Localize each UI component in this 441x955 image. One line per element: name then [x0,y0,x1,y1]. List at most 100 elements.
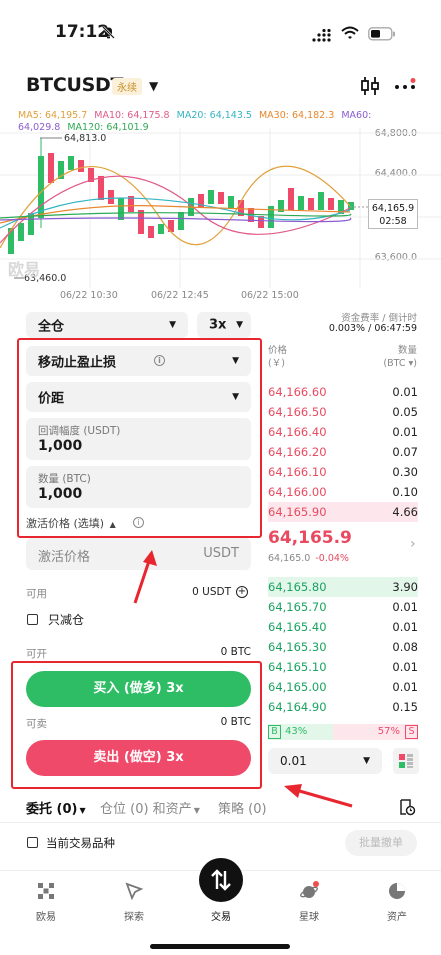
annotation-highlight [11,661,262,789]
bid-qty: 0.01 [392,620,418,634]
candle [68,156,74,170]
candle [38,156,44,218]
order-history-icon[interactable] [398,798,416,820]
bid-qty: 0.01 [392,680,418,694]
candlestick-icon[interactable] [359,75,381,101]
x-axis-label: 06/22 15:00 [241,290,299,301]
ma20-label: MA20: 64,143.5 [176,110,252,121]
tab-orders[interactable]: 委托 (0) ▼ [26,798,86,817]
candle [218,192,224,204]
precision-select[interactable]: 0.01 ▼ [268,748,382,774]
current-price-tag: 64,165.9 02:58 [368,199,418,229]
margin-mode-select[interactable]: 全仓 ▼ [26,312,188,338]
nav-assets[interactable]: 资产 [353,868,441,924]
ask-row[interactable]: 64,166.50 0.05 [268,402,418,422]
bid-price: 64,165.30 [268,640,327,654]
can-open-label: 可开 [26,648,47,660]
annotation-arrow [133,550,157,604]
bid-row[interactable]: 64,165.80 3.90 [268,577,418,597]
ma30-label: MA30: 64,182.3 [258,110,335,121]
signal-icon [312,27,334,46]
chevron-down-icon: ▼ [236,320,243,330]
okx-logo-icon [38,883,54,899]
bid-price: 64,165.40 [268,620,327,634]
bid-row[interactable]: 64,165.10 0.01 [268,657,418,677]
ask-price: 64,166.20 [268,445,327,459]
chevron-right-icon[interactable]: › [410,536,416,552]
reduce-only-label: 只减仓 [48,613,85,627]
bid-row[interactable]: 64,164.90 0.15 [268,697,418,717]
layout-icon [399,754,413,768]
bid-row[interactable]: 64,165.30 0.08 [268,637,418,657]
candle [98,176,104,200]
bid-price: 64,165.70 [268,600,327,614]
candle [298,196,304,210]
bid-qty: 0.15 [392,700,418,714]
candle [18,223,24,241]
annotation-arrow [284,784,353,808]
ask-row[interactable]: 64,165.90 4.66 [268,502,418,522]
chevron-down-icon: ▼ [169,320,176,330]
candle [118,198,124,220]
ask-row[interactable]: 64,166.10 0.30 [268,462,418,482]
bid-price: 64,165.00 [268,680,327,694]
status-bar: 17:12 [0,0,441,64]
available-label: 可用 [26,588,47,600]
orderbook-qty-header[interactable]: 数量 (BTC ▾) [383,344,417,370]
ask-qty: 0.05 [392,405,418,419]
can-open-value: 0 BTC [220,646,251,658]
ask-qty: 0.01 [392,385,418,399]
tab-positions[interactable]: 仓位 (0) 和资产 ▼ [100,798,200,817]
candle [198,194,204,208]
bid-row[interactable]: 64,165.40 0.01 [268,617,418,637]
candle [158,224,164,234]
ask-price: 64,166.60 [268,385,327,399]
pair-title[interactable]: BTCUSDT [26,74,123,96]
ask-row[interactable]: 64,166.40 0.01 [268,422,418,442]
ma-legend-row-1: MA5: 64,195.7 MA10: 64,175.8 MA20: 64,14… [18,110,375,121]
current-symbol-label: 当前交易品种 [46,836,115,850]
candle [78,160,84,172]
ma5-label: MA5: 64,195.7 [18,110,88,121]
home-indicator [150,944,290,949]
x-axis-label: 06/22 12:45 [151,290,209,301]
ask-row[interactable]: 64,166.20 0.07 [268,442,418,462]
current-symbol-checkbox[interactable] [27,837,38,848]
ask-row[interactable]: 64,166.60 0.01 [268,382,418,402]
leverage-select[interactable]: 3x ▼ [197,312,251,338]
orderbook-layout-button[interactable] [393,748,419,774]
ask-qty: 0.30 [392,465,418,479]
bid-row[interactable]: 64,165.70 0.01 [268,597,418,617]
ask-qty: 0.10 [392,485,418,499]
nav-planet[interactable]: 星球 [265,868,353,924]
compass-icon [125,882,144,901]
candle [108,190,114,204]
bid-row[interactable]: 64,165.00 0.01 [268,677,418,697]
available-value: 0 USDT [192,586,231,598]
nav-trade[interactable]: 交易 [177,858,265,924]
perpetual-badge: 永续 [112,78,142,95]
candle [208,190,214,204]
watermark-logo: 欧易 [8,260,41,279]
bid-qty: 0.01 [392,600,418,614]
more-icon[interactable] [393,78,417,98]
add-circle-icon[interactable]: + [236,586,248,598]
buy-sell-ratio: B 43% 57% S [268,724,418,740]
ma10-label: MA10: 64,175.8 [94,110,170,121]
candle [138,210,144,234]
chevron-down-icon[interactable]: ▼ [149,79,158,93]
funding-rate-value: 0.003% / 06:47:59 [328,323,417,334]
batch-cancel-button[interactable]: 批量撤单 [345,830,417,856]
nav-okx[interactable]: 欧易 [2,868,90,924]
candle [178,212,184,230]
ask-qty: 0.01 [392,425,418,439]
bid-price: 64,165.80 [268,580,327,594]
reduce-only-checkbox[interactable] [27,614,38,625]
ask-row[interactable]: 64,166.00 0.10 [268,482,418,502]
candle [48,153,54,183]
orderbook-price-header: 价格 (￥) [268,345,288,369]
tab-strategy[interactable]: 策略 (0) [218,798,267,817]
nav-explore[interactable]: 探索 [90,868,178,924]
candle [308,198,314,210]
last-price: 64,165.9 [268,528,352,548]
